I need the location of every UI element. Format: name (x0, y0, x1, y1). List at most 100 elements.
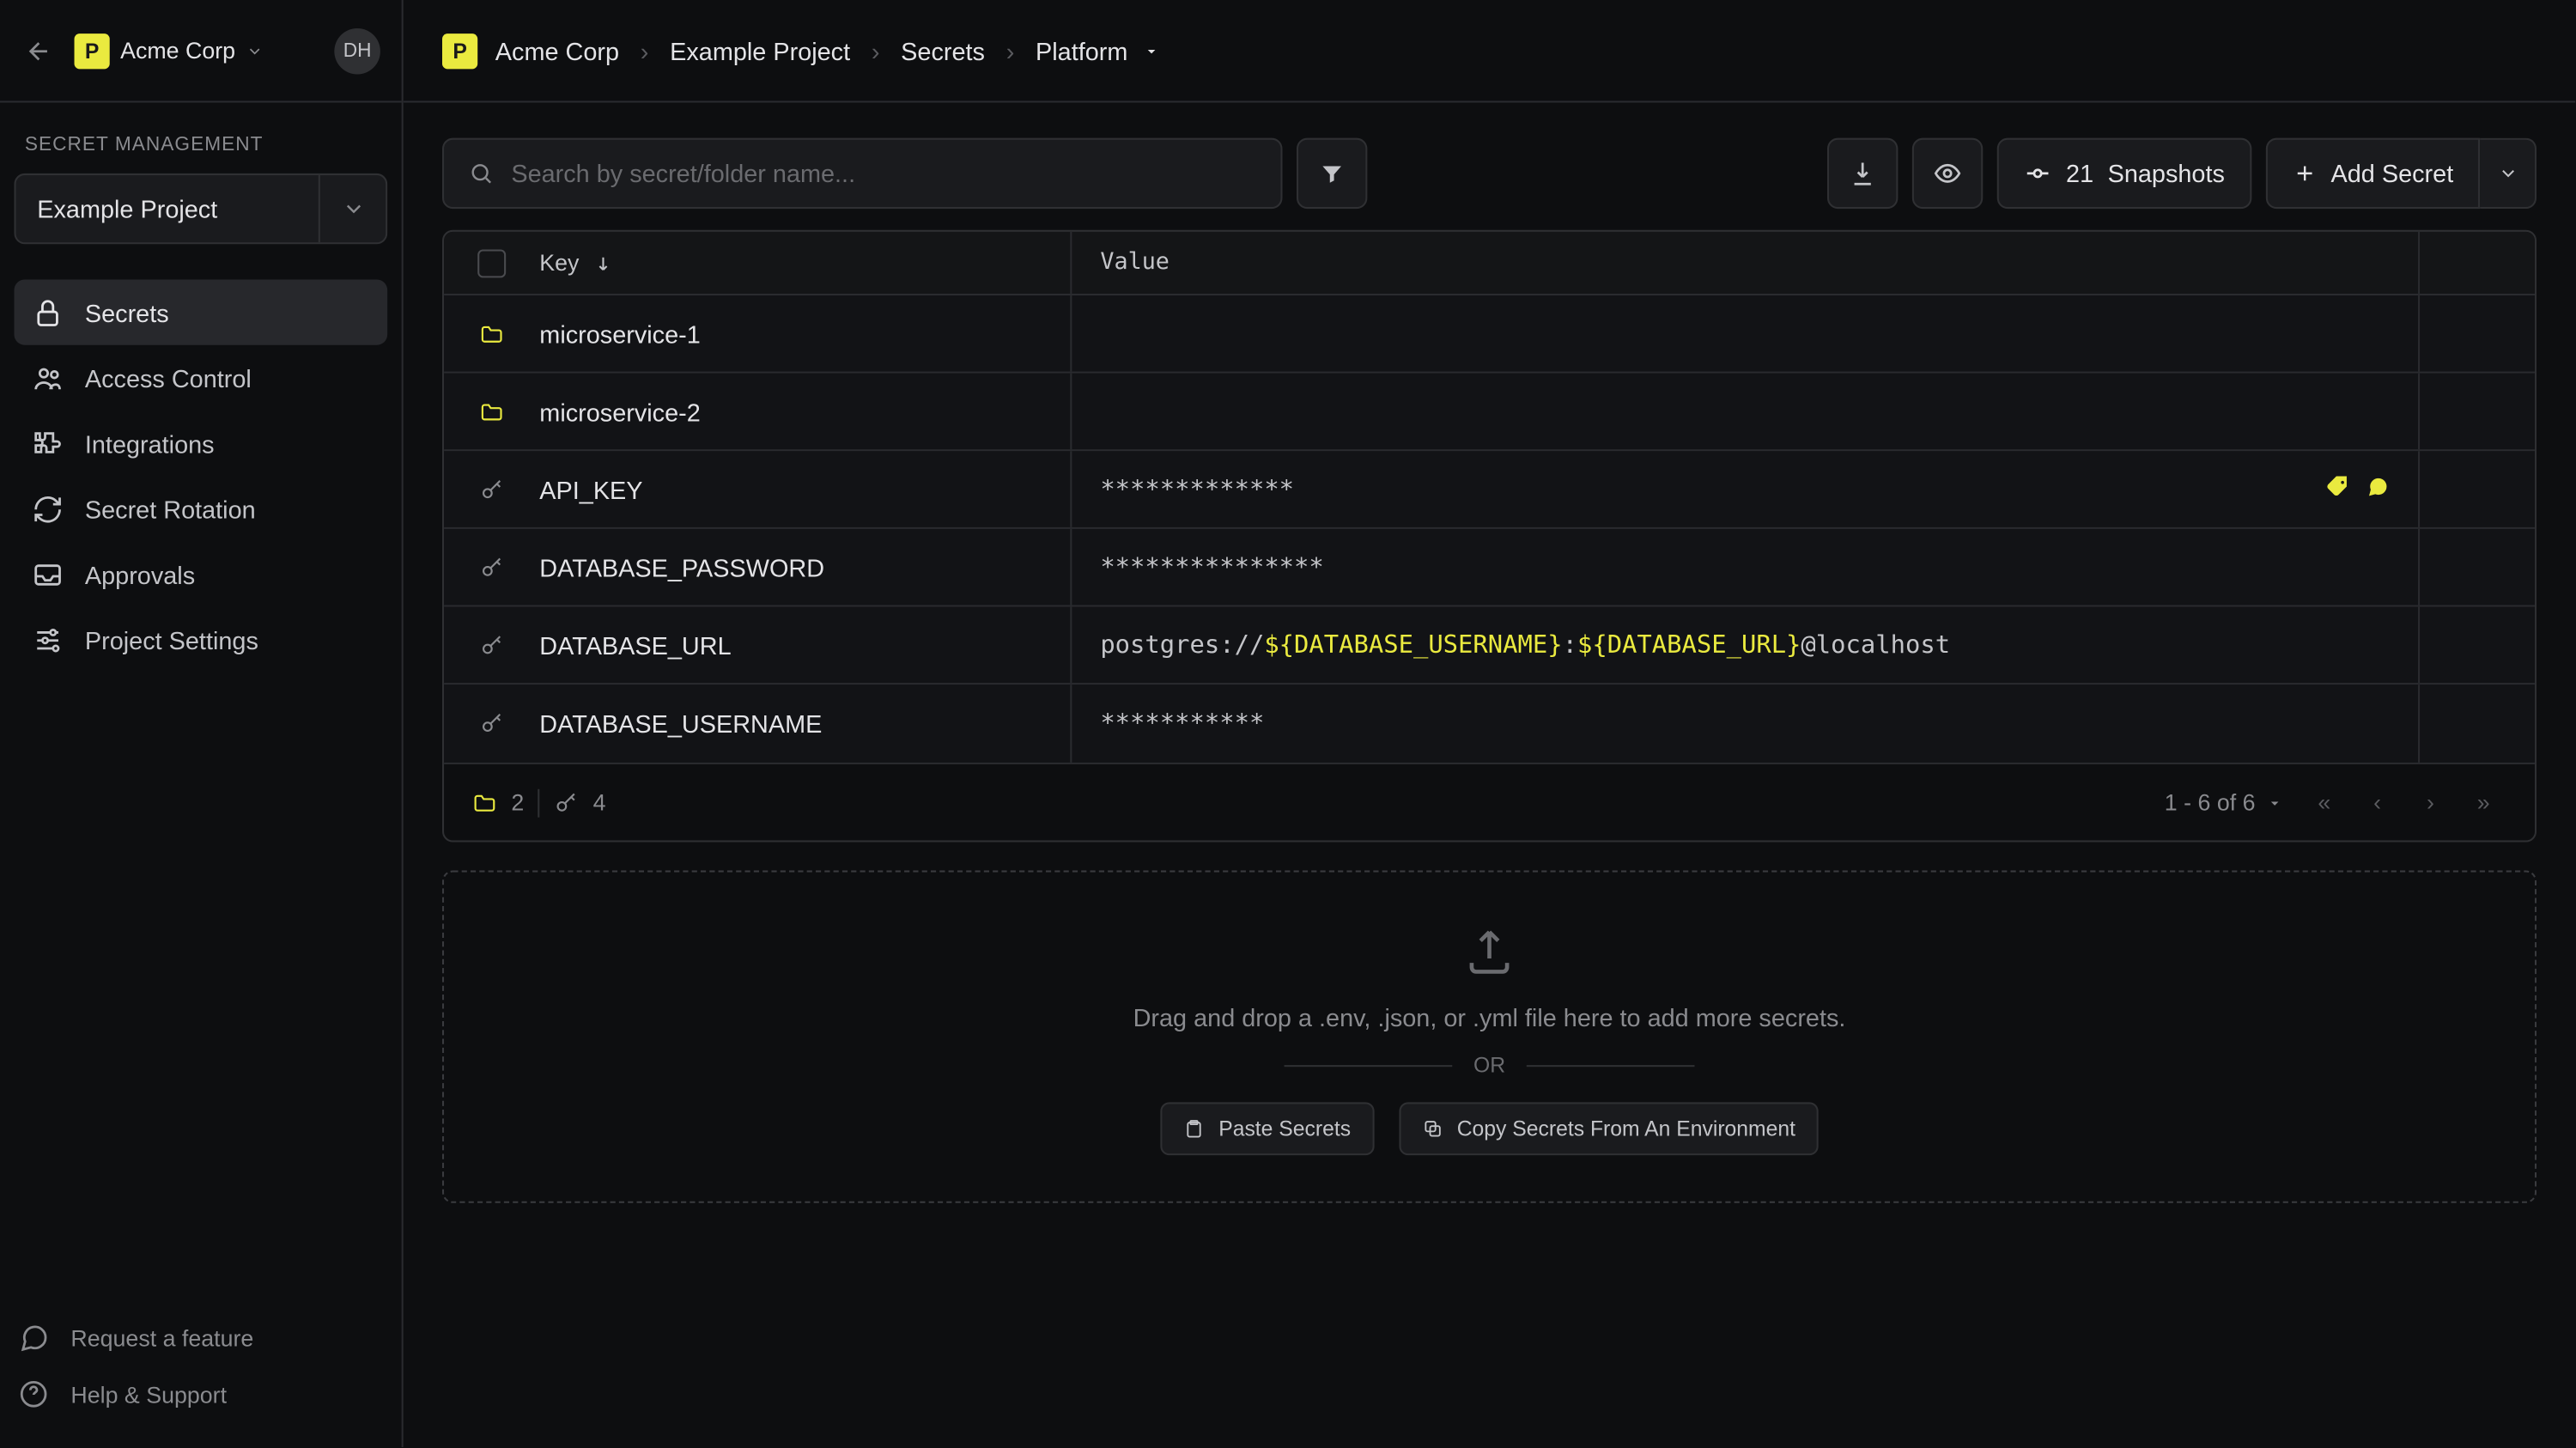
row-value-cell[interactable]: *************** (1070, 529, 2418, 605)
table-row[interactable]: DATABASE_URL postgres://${DATABASE_USERN… (444, 607, 2535, 685)
add-secret-label: Add Secret (2331, 159, 2454, 187)
plus-icon (2292, 161, 2317, 186)
table-row[interactable]: microservice-1 (444, 295, 2535, 374)
row-checkbox-cell[interactable] (444, 477, 539, 502)
sidebar-footer-label: Request a feature (70, 1324, 253, 1351)
table-row[interactable]: DATABASE_PASSWORD *************** (444, 529, 2535, 607)
row-key-cell[interactable]: microservice-1 (539, 319, 1070, 348)
table-row[interactable]: DATABASE_USERNAME *********** (444, 684, 2535, 763)
row-key-cell[interactable]: DATABASE_PASSWORD (539, 553, 1070, 581)
row-value-cell[interactable]: *********** (1070, 684, 2418, 763)
sidebar-item-secret-rotation[interactable]: Secret Rotation (14, 476, 387, 541)
sidebar-item-label: Access Control (85, 363, 252, 392)
page-first-button[interactable]: « (2301, 779, 2348, 825)
row-key-cell[interactable]: DATABASE_USERNAME (539, 709, 1070, 738)
row-actions-cell[interactable] (2418, 684, 2535, 763)
breadcrumb: Acme Corp › Example Project › Secrets › … (495, 36, 1160, 64)
inbox-icon (32, 558, 64, 590)
table-body: microservice-1 microservice-2 API_KEY **… (444, 295, 2535, 763)
sidebar-item-approvals[interactable]: Approvals (14, 541, 387, 606)
row-key-cell[interactable]: microservice-2 (539, 397, 1070, 425)
row-value-cell[interactable] (1070, 374, 2418, 450)
chat-icon (18, 1322, 50, 1354)
download-button[interactable] (1827, 138, 1898, 209)
page-last-button[interactable]: » (2460, 779, 2506, 825)
breadcrumb-org[interactable]: Acme Corp (495, 36, 619, 64)
table-row[interactable]: API_KEY ************* (444, 451, 2535, 529)
org-badge: P (75, 33, 110, 68)
paste-secrets-button[interactable]: Paste Secrets (1160, 1102, 1374, 1155)
select-all-cell[interactable] (444, 248, 539, 277)
row-actions-cell[interactable] (2418, 529, 2535, 605)
add-secret-button[interactable]: Add Secret (2265, 138, 2480, 209)
table-row[interactable]: microservice-2 (444, 374, 2535, 452)
row-value-cell[interactable]: ************* (1070, 451, 2418, 527)
avatar[interactable]: DH (334, 27, 380, 74)
row-value-cell[interactable] (1070, 295, 2418, 372)
row-checkbox-cell[interactable] (444, 555, 539, 580)
question-icon (18, 1378, 50, 1410)
copy-secrets-button[interactable]: Copy Secrets From An Environment (1399, 1102, 1819, 1155)
row-checkbox-cell[interactable] (444, 321, 539, 346)
sidebar-item-integrations[interactable]: Integrations (14, 411, 387, 476)
chevron-right-icon: › (1006, 36, 1015, 64)
project-select[interactable]: Example Project (14, 173, 387, 244)
environment-dropdown[interactable]: Platform (1036, 36, 1159, 64)
breadcrumb-org-badge: P (442, 33, 477, 68)
sidebar: P Acme Corp DH SECRET MANAGEMENT Example… (0, 0, 404, 1447)
row-key-cell[interactable]: DATABASE_URL (539, 630, 1070, 659)
request-feature-link[interactable]: Request a feature (0, 1309, 402, 1366)
breadcrumb-section[interactable]: Secrets (901, 36, 985, 64)
sidebar-item-secrets[interactable]: Secrets (14, 279, 387, 344)
lock-icon (32, 296, 64, 328)
dropzone[interactable]: Drag and drop a .env, .json, or .yml fil… (442, 871, 2537, 1203)
row-value-cell[interactable]: postgres://${DATABASE_USERNAME}:${DATABA… (1070, 607, 2418, 684)
row-checkbox-cell[interactable] (444, 711, 539, 736)
pagination-range[interactable]: 1 - 6 of 6 (2165, 789, 2284, 816)
sidebar-item-project-settings[interactable]: Project Settings (14, 607, 387, 672)
search-input[interactable] (511, 159, 1255, 187)
dropzone-actions: Paste Secrets Copy Secrets From An Envir… (1160, 1102, 1819, 1155)
row-actions-cell[interactable] (2418, 295, 2535, 372)
visibility-toggle[interactable] (1912, 138, 1983, 209)
environment-label: Platform (1036, 36, 1127, 64)
column-header-key[interactable]: Key (539, 249, 1070, 276)
comment-icon[interactable] (2365, 473, 2390, 505)
row-actions-cell[interactable] (2418, 607, 2535, 684)
folder-count: 2 (472, 789, 524, 816)
snapshots-button[interactable]: 21 Snapshots (1997, 138, 2251, 209)
row-key-cell[interactable]: API_KEY (539, 475, 1070, 503)
arrow-left-icon (25, 36, 53, 64)
help-support-link[interactable]: Help & Support (0, 1366, 402, 1422)
search-icon (469, 161, 494, 186)
row-checkbox-cell[interactable] (444, 632, 539, 657)
sidebar-item-access-control[interactable]: Access Control (14, 345, 387, 411)
breadcrumb-project[interactable]: Example Project (670, 36, 850, 64)
pagination: 1 - 6 of 6 « ‹ › » (2165, 779, 2506, 825)
row-actions-cell[interactable] (2418, 374, 2535, 450)
search-input-wrap[interactable] (442, 138, 1283, 209)
tags-icon[interactable] (2326, 473, 2351, 505)
org-switcher[interactable]: P Acme Corp (75, 33, 317, 68)
rotate-icon (32, 493, 64, 525)
upload-icon (1463, 925, 1516, 978)
sidebar-item-label: Secret Rotation (85, 495, 256, 523)
org-name: Acme Corp (120, 37, 235, 64)
users-icon (32, 362, 64, 393)
checkbox[interactable] (477, 248, 506, 277)
back-button[interactable] (21, 33, 57, 68)
add-secret-dropdown[interactable] (2480, 138, 2537, 209)
sidebar-footer: Request a feature Help & Support (0, 1295, 402, 1447)
download-icon (1849, 159, 1877, 187)
filter-button[interactable] (1297, 138, 1367, 209)
main: P Acme Corp › Example Project › Secrets … (404, 0, 2576, 1447)
column-header-value[interactable]: Value (1070, 232, 2418, 294)
page-prev-button[interactable]: ‹ (2354, 779, 2401, 825)
row-checkbox-cell[interactable] (444, 399, 539, 424)
folder-icon (477, 321, 506, 346)
sort-down-icon (593, 252, 615, 274)
page-next-button[interactable]: › (2408, 779, 2454, 825)
toolbar: 21 Snapshots Add Secret (442, 138, 2537, 209)
row-actions-cell[interactable] (2418, 451, 2535, 527)
sidebar-header: P Acme Corp DH (0, 0, 402, 102)
